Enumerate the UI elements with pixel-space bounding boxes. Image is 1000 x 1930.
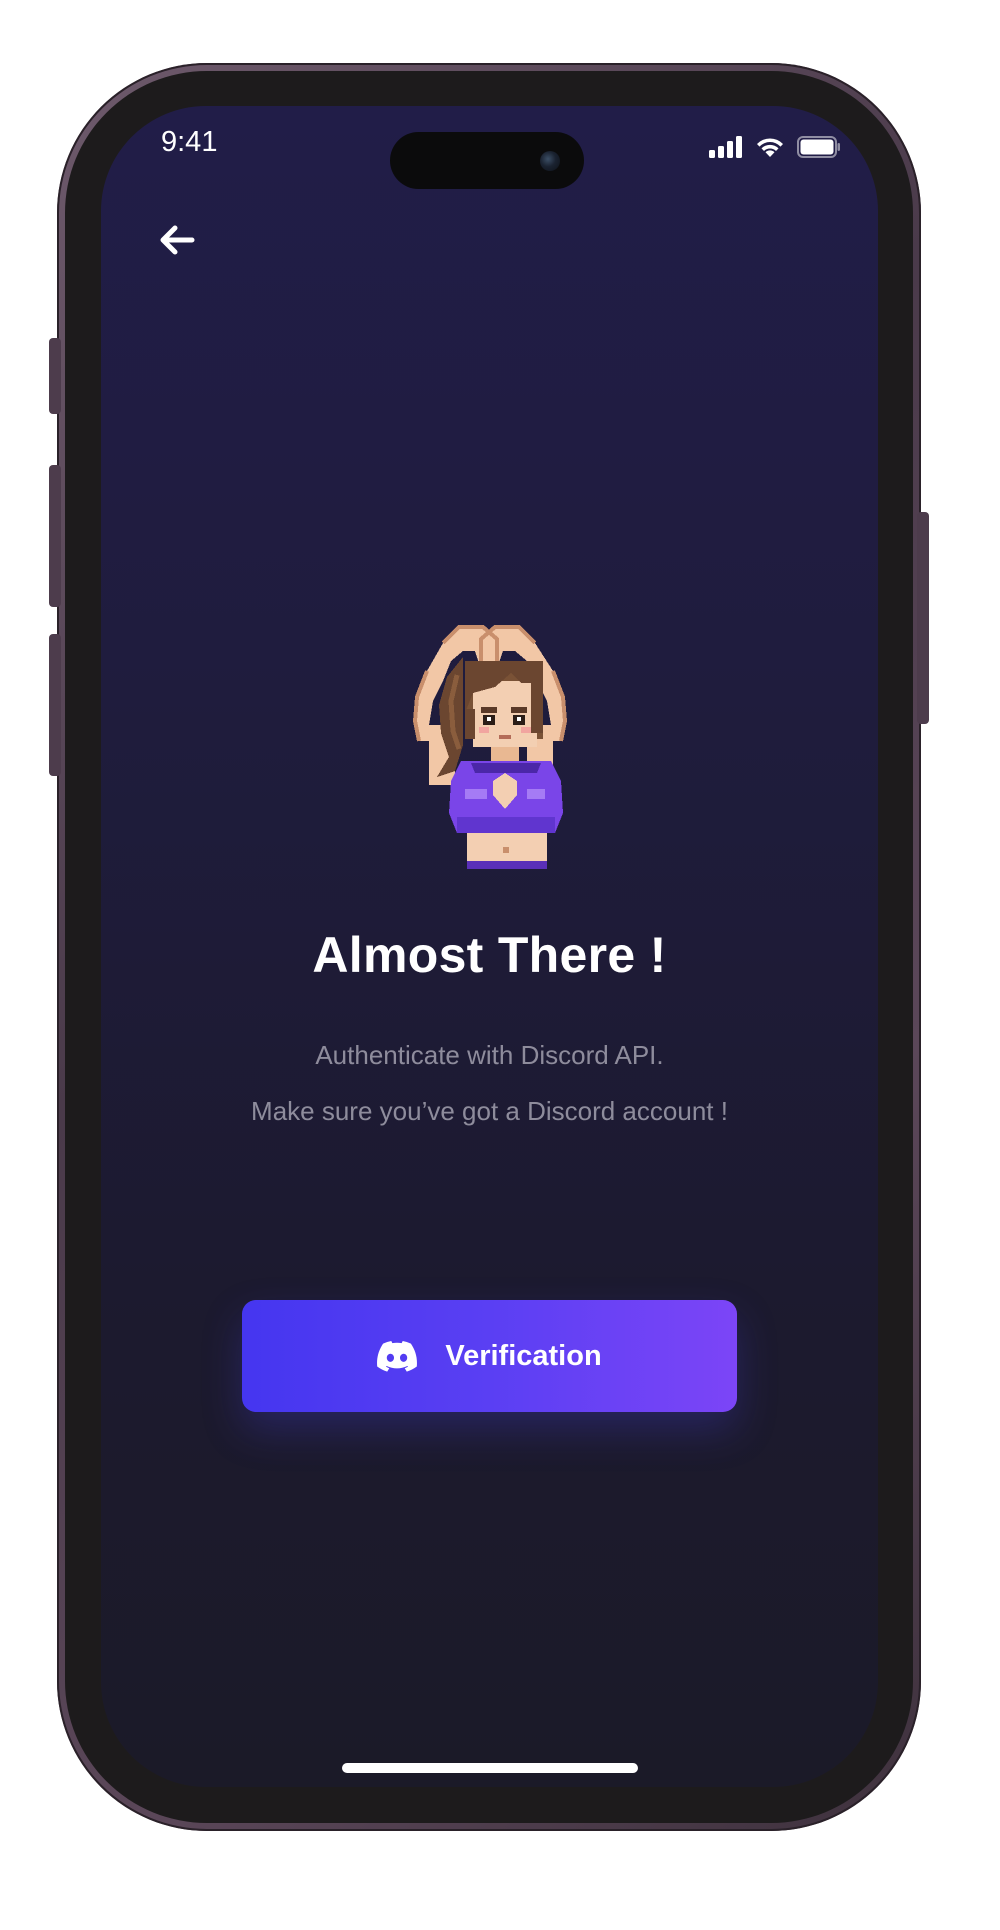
camera-icon bbox=[540, 151, 560, 171]
arrow-left-icon bbox=[160, 225, 195, 255]
verification-button[interactable]: Verification bbox=[242, 1300, 737, 1412]
verification-button-label: Verification bbox=[445, 1339, 602, 1372]
dynamic-island bbox=[390, 132, 584, 189]
power-button bbox=[917, 512, 929, 724]
pixel-character-illustration bbox=[412, 625, 568, 869]
wifi-icon bbox=[757, 138, 783, 157]
subtitle-line-2: Make sure you’ve got a Discord account ! bbox=[251, 1096, 728, 1126]
subtitle-line-1: Authenticate with Discord API. bbox=[315, 1040, 664, 1070]
back-button[interactable] bbox=[153, 216, 201, 264]
page-title: Almost There ! bbox=[312, 927, 667, 983]
home-indicator[interactable] bbox=[342, 1763, 638, 1773]
app-screen: 9:41 Almost There ! Authenticate with Di… bbox=[101, 106, 878, 1787]
discord-icon bbox=[377, 1340, 418, 1372]
cellular-signal-icon bbox=[709, 136, 742, 158]
status-time: 9:41 bbox=[161, 126, 218, 158]
action-button bbox=[49, 338, 61, 414]
volume-down-button bbox=[49, 634, 61, 776]
battery-icon bbox=[797, 136, 840, 158]
status-icons bbox=[709, 136, 841, 158]
volume-up-button bbox=[49, 465, 61, 607]
